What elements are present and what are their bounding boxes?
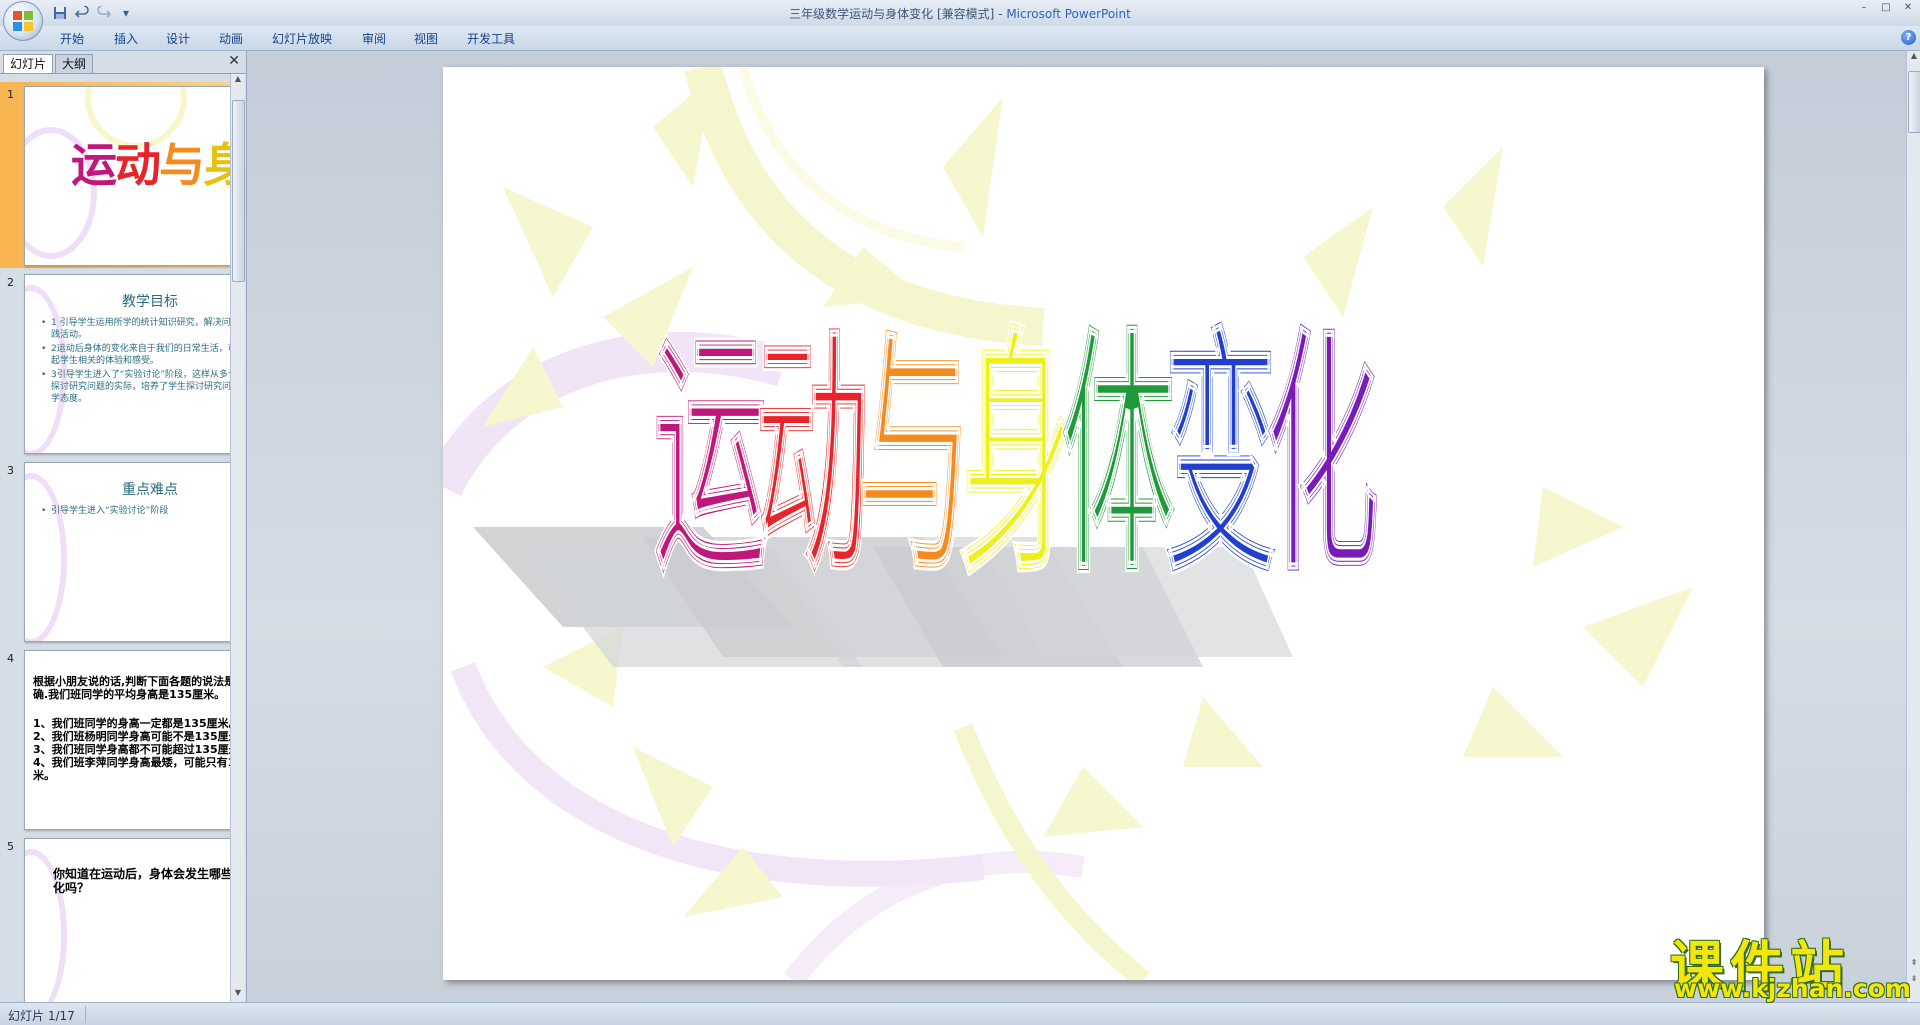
wordart-char: 运 xyxy=(71,138,117,192)
thumbnail-text: 4、我们班李萍同学身高最矮，可能只有125厘米。 xyxy=(33,756,230,782)
close-button[interactable]: ✕ xyxy=(1900,2,1916,14)
thumbnail-bullet: 3引导学生进入了“实验讨论”阶段，这样从多个角度探讨研究问题的实际，培养了学生探… xyxy=(41,369,230,405)
help-icon[interactable]: ? xyxy=(1901,30,1916,45)
current-slide[interactable]: 运动与身体变化 xyxy=(443,67,1764,980)
maximize-button[interactable]: □ xyxy=(1878,2,1894,14)
scrollbar-thumb[interactable] xyxy=(232,100,245,282)
office-button[interactable] xyxy=(3,1,43,41)
tab-slides[interactable]: 幻灯片 xyxy=(3,54,54,73)
wordart-char: 运 xyxy=(653,303,768,609)
status-separator xyxy=(85,1006,86,1023)
thumbnail-row-3[interactable]: 3 重点难点 引导学生进入“实验讨论”阶段 xyxy=(0,458,230,644)
site-watermark: 课件站 www.kjzhan.com xyxy=(1670,922,1911,1003)
pane-close-icon[interactable]: ✕ xyxy=(228,53,240,69)
scroll-up-icon[interactable]: ▲ xyxy=(1907,51,1920,65)
slide-thumbnail-3[interactable]: 重点难点 引导学生进入“实验讨论”阶段 xyxy=(24,462,230,642)
slide-thumbnail-1[interactable]: 运动与身体变化 xyxy=(24,86,230,266)
slide-thumbnail-2[interactable]: 教学目标 1 引导学生运用所学的统计知识研究，解决问题的实践活动。 2运动后身体… xyxy=(24,274,230,454)
tab-review[interactable]: 审阅 xyxy=(362,30,386,47)
thumbnail-bullet: 引导学生进入“实验讨论”阶段 xyxy=(41,505,230,517)
minimize-button[interactable]: – xyxy=(1856,2,1872,14)
slide-canvas: 运动与身体变化 xyxy=(443,67,1693,980)
scrollbar-thumb[interactable] xyxy=(1908,71,1920,133)
tab-home[interactable]: 开始 xyxy=(60,30,84,47)
scroll-up-icon[interactable]: ▲ xyxy=(231,74,245,88)
slide-number: 2 xyxy=(7,276,14,289)
slide-number: 3 xyxy=(7,464,14,477)
tab-outline[interactable]: 大纲 xyxy=(55,54,94,73)
thumbnail-row-4[interactable]: 4 根据小朋友说的话,判断下面各题的说法是否正确.我们班同学的平均身高是135厘… xyxy=(0,646,230,832)
slides-pane: 幻灯片 大纲 ✕ 1 运动与身体变化 2 xyxy=(0,51,247,1002)
wordart-char: 身 xyxy=(203,138,230,192)
window-controls: – □ ✕ xyxy=(1856,2,1916,14)
pane-tabs: 幻灯片 大纲 ✕ xyxy=(0,51,246,74)
tab-slideshow[interactable]: 幻灯片放映 xyxy=(272,30,332,47)
slide-number: 5 xyxy=(7,840,14,853)
wordart-char: 身 xyxy=(959,303,1074,609)
thumbnail-bullet: 1 引导学生运用所学的统计知识研究，解决问题的实践活动。 xyxy=(41,317,230,341)
watermark-url: www.kjzhan.com xyxy=(1674,974,1911,1003)
slide-thumbnail-5[interactable]: 你知道在运动后，身体会发生哪些变化吗？ xyxy=(24,838,230,1002)
thumbnail-text: 3、我们班同学身高都不可能超过135厘米。 xyxy=(33,743,230,756)
wordart-char: 动 xyxy=(755,303,870,609)
thumbnail-title: 教学目标 xyxy=(122,294,178,310)
editor-scrollbar[interactable]: ▲ ⇞ ⇟ xyxy=(1906,51,1920,1002)
tab-design[interactable]: 设计 xyxy=(166,30,190,47)
wordart-char: 化 xyxy=(1265,303,1380,609)
wordart-char: 与 xyxy=(159,138,205,192)
slide-number: 4 xyxy=(7,652,14,665)
title-separator: - xyxy=(994,7,1007,21)
document-title: 三年级数学运动与身体变化 [兼容模式] xyxy=(789,7,995,21)
slide-thumbnail-list: 1 运动与身体变化 2 教学目标 1 引导学生运用所学的统计知识研究，解决问题的… xyxy=(0,74,230,1002)
slide-indicator: 幻灯片 1/17 xyxy=(8,1009,75,1023)
thumbnail-bullets: 1 引导学生运用所学的统计知识研究，解决问题的实践活动。 2运动后身体的变化来自… xyxy=(41,317,230,407)
tab-view[interactable]: 视图 xyxy=(414,30,438,47)
powerpoint-window: ▾ 三年级数学运动与身体变化 [兼容模式] - Microsoft PowerP… xyxy=(0,0,1920,1025)
wordart-char: 与 xyxy=(857,303,972,609)
tab-developer[interactable]: 开发工具 xyxy=(467,30,515,47)
slide-number: 1 xyxy=(7,88,14,101)
thumbnail-row-2[interactable]: 2 教学目标 1 引导学生运用所学的统计知识研究，解决问题的实践活动。 2运动后… xyxy=(0,270,230,456)
office-logo-icon xyxy=(13,11,33,31)
thumbnail-text: 根据小朋友说的话,判断下面各题的说法是否正确.我们班同学的平均身高是135厘米。 xyxy=(33,675,230,701)
app-name: Microsoft PowerPoint xyxy=(1006,7,1131,21)
wordart-char: 变 xyxy=(1163,303,1278,609)
thumbnail-wordart-title: 运动与身体变化 xyxy=(71,129,230,195)
slide-thumbnail-4[interactable]: 根据小朋友说的话,判断下面各题的说法是否正确.我们班同学的平均身高是135厘米。… xyxy=(24,650,230,830)
thumbnail-bullet: 2运动后身体的变化来自于我们的日常生活，可以激起学生相关的体验和感受。 xyxy=(41,343,230,367)
thumbnail-text: 1、我们班同学的身高一定都是135厘米。 xyxy=(33,717,230,730)
ribbon-tab-bar: 开始 插入 设计 动画 幻灯片放映 审阅 视图 开发工具 ? xyxy=(0,26,1920,51)
status-bar: 幻灯片 1/17 xyxy=(0,1002,1920,1025)
thumbnail-scrollbar[interactable]: ▲ ▼ xyxy=(230,74,245,1002)
tab-insert[interactable]: 插入 xyxy=(114,30,138,47)
thumbnail-title: 重点难点 xyxy=(122,482,178,498)
tab-animations[interactable]: 动画 xyxy=(219,30,243,47)
thumbnail-row-5[interactable]: 5 你知道在运动后，身体会发生哪些变化吗？ xyxy=(0,834,230,1002)
thumbnail-text: 2、我们班杨明同学身高可能不是135厘米。 xyxy=(33,730,230,743)
wordart-char: 动 xyxy=(115,138,161,192)
thumbnail-text: 你知道在运动后，身体会发生哪些变化吗？ xyxy=(53,867,230,895)
thumbnail-row-1[interactable]: 1 运动与身体变化 xyxy=(0,82,230,268)
wordart-char: 体 xyxy=(1061,303,1176,609)
slide-wordart-title[interactable]: 运动与身体变化 xyxy=(652,302,1381,610)
scroll-down-icon[interactable]: ▼ xyxy=(231,988,245,1002)
title-bar: ▾ 三年级数学运动与身体变化 [兼容模式] - Microsoft PowerP… xyxy=(0,0,1920,41)
window-title: 三年级数学运动与身体变化 [兼容模式] - Microsoft PowerPoi… xyxy=(0,5,1920,22)
thumbnail-bullets: 引导学生进入“实验讨论”阶段 xyxy=(41,505,230,519)
